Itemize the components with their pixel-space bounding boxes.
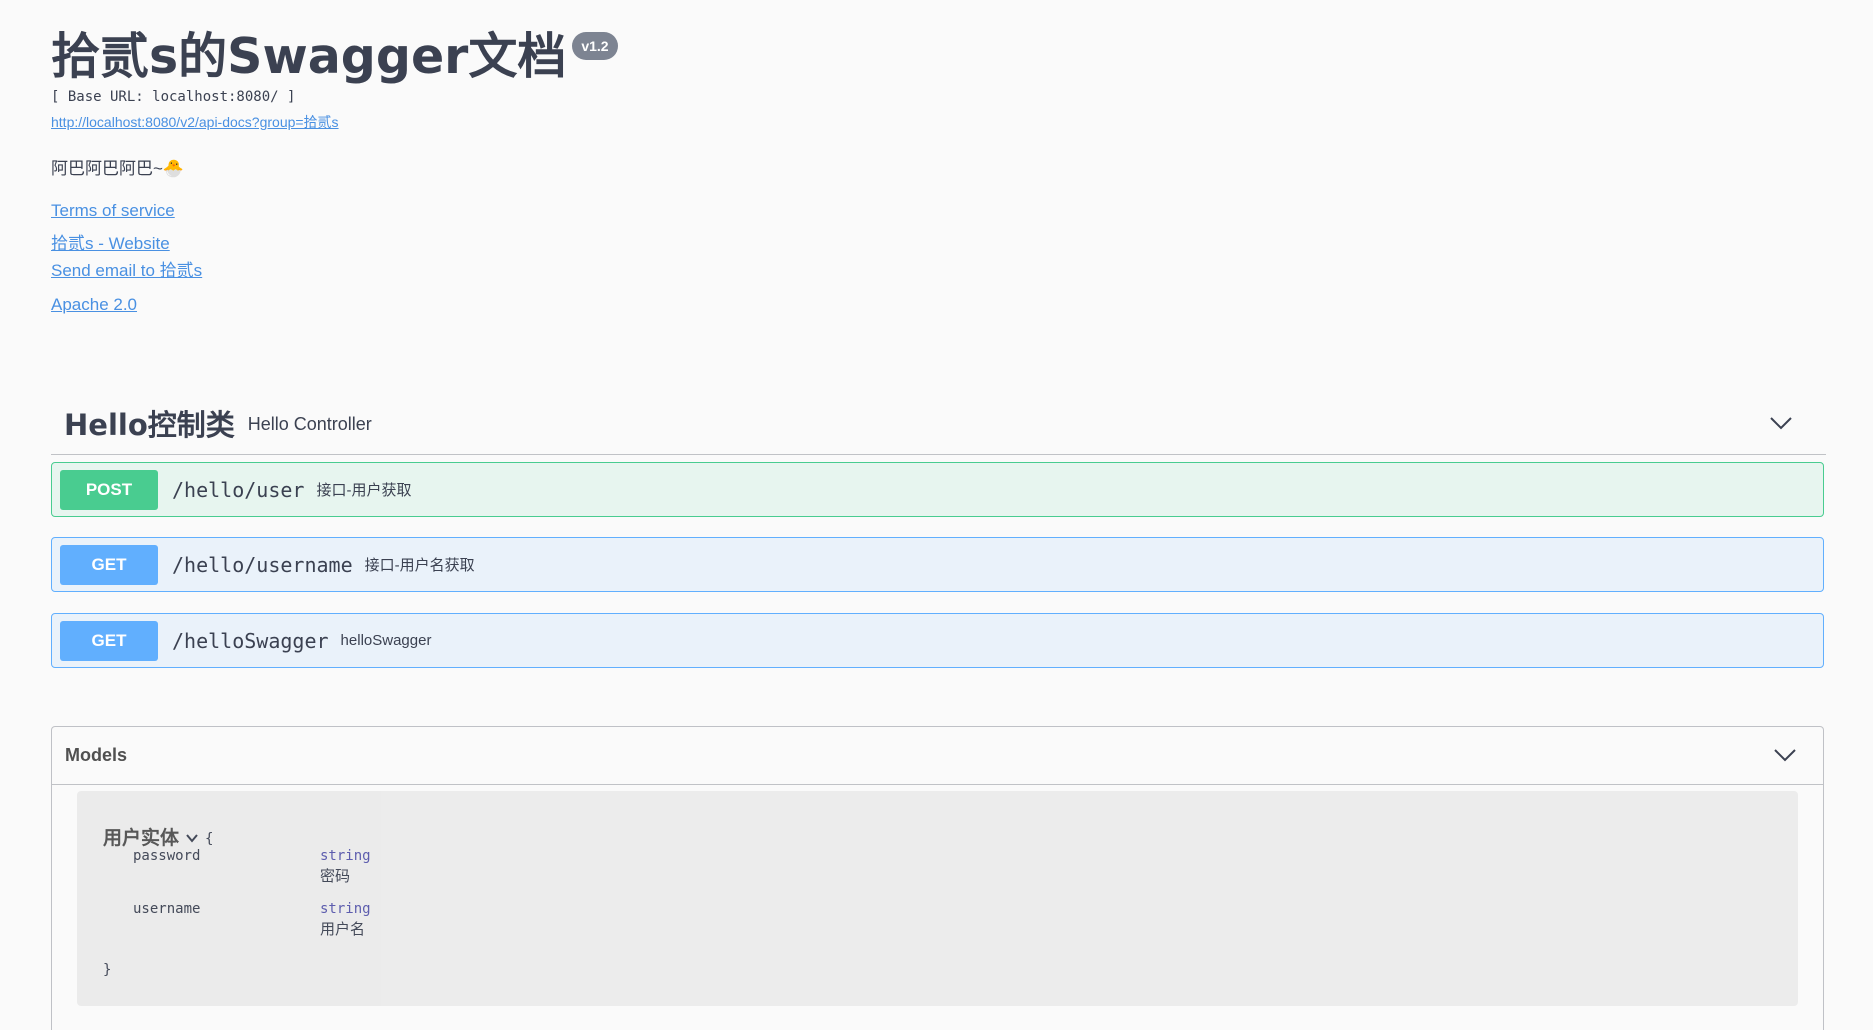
chevron-down-icon[interactable] (1773, 743, 1797, 767)
operation-summary: 接口-用户获取 (316, 482, 412, 499)
models-header[interactable]: Models (52, 727, 1823, 785)
contact-email-link[interactable]: Send email to 拾贰s (51, 260, 1821, 282)
website-link[interactable]: 拾贰s - Website (51, 233, 1821, 255)
tag-description: Hello Controller (247, 414, 372, 434)
api-title: 拾贰s的Swagger文档 (51, 28, 567, 85)
tag-header[interactable]: Hello控制类 Hello Controller (51, 392, 1826, 455)
info-links: Terms of service 拾贰s - Website Send emai… (51, 200, 1821, 316)
terms-of-service-link[interactable]: Terms of service (51, 200, 1821, 222)
chevron-down-icon[interactable] (1769, 411, 1793, 435)
api-docs-link[interactable]: http://localhost:8080/v2/api-docs?group=… (51, 113, 1821, 131)
operation-summary: helloSwagger (340, 632, 432, 649)
tag-section: Hello控制类 Hello Controller POST /hello/us… (51, 392, 1826, 668)
operation-post-hello-user[interactable]: POST /hello/user 接口-用户获取 (51, 462, 1824, 517)
operation-path: /hello/user (172, 477, 305, 502)
method-badge: POST (60, 469, 158, 510)
operation-summary: 接口-用户名获取 (364, 557, 475, 574)
models-section: Models 用户实体 { password string 密码 usernam… (51, 726, 1824, 1030)
model-title-row[interactable]: 用户实体 { (103, 823, 213, 850)
model-name: 用户实体 (103, 827, 180, 849)
api-info: 拾贰s的Swagger文档 v1.2 [ Base URL: localhost… (51, 24, 1821, 316)
property-description: 用户名 (320, 920, 366, 938)
operation-path: /hello/username (172, 552, 353, 577)
property-type: string (320, 901, 371, 917)
operation-get-hello-swagger[interactable]: GET /helloSwagger helloSwagger (51, 613, 1824, 668)
swagger-page: 拾贰s的Swagger文档 v1.2 [ Base URL: localhost… (0, 0, 1873, 1030)
tag-name: Hello控制类 (64, 408, 235, 442)
property-type: string (320, 848, 371, 864)
version-badge: v1.2 (572, 32, 618, 60)
operation-path: /helloSwagger (172, 628, 329, 653)
open-brace: { (205, 830, 214, 847)
api-description: 阿巴阿巴阿巴~🐣 (51, 159, 185, 178)
chevron-down-icon[interactable] (185, 831, 199, 845)
license-link[interactable]: Apache 2.0 (51, 294, 1821, 316)
method-badge: GET (60, 620, 158, 661)
property-name: username (133, 901, 201, 917)
property-name: password (133, 848, 201, 864)
operation-get-hello-username[interactable]: GET /hello/username 接口-用户名获取 (51, 537, 1824, 592)
base-url: [ Base URL: localhost:8080/ ] (51, 89, 296, 105)
model-container: 用户实体 { password string 密码 username strin… (77, 791, 1798, 1006)
property-description: 密码 (320, 867, 351, 885)
method-badge: GET (60, 544, 158, 585)
title-row: 拾贰s的Swagger文档 v1.2 (51, 24, 1821, 86)
close-brace: } (103, 962, 112, 978)
models-title: Models (65, 745, 128, 765)
